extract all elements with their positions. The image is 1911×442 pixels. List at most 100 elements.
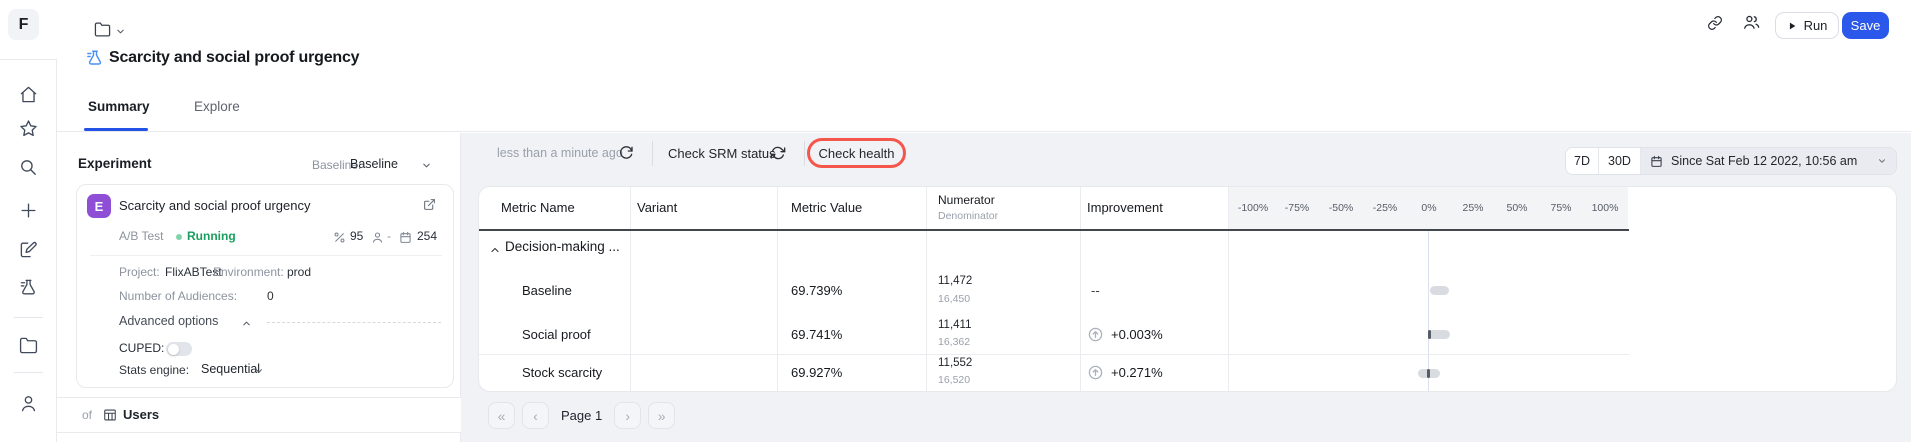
environment-value: prod	[287, 265, 311, 279]
pagination: « ‹ Page 1 › »	[488, 402, 675, 429]
baseline-chevron-down-icon[interactable]	[421, 160, 432, 171]
breadcrumb-chevron-down-icon[interactable]	[115, 26, 126, 37]
axis-tick: 75%	[1550, 202, 1571, 214]
star-icon[interactable]	[19, 119, 38, 138]
improvement-value: +0.271%	[1111, 365, 1163, 380]
cuped-toggle[interactable]	[166, 342, 192, 356]
numerator-cell: 11,472	[938, 275, 972, 287]
last-page-button[interactable]: »	[648, 402, 675, 429]
icon-rail: F	[0, 0, 57, 442]
variant-cell: Stock scarcity	[522, 354, 602, 391]
date-range-value: Since Sat Feb 12 2022, 10:56 am	[1671, 154, 1857, 168]
card-divider	[90, 255, 442, 256]
estimate-tick	[1427, 369, 1430, 378]
improvement-value: +0.003%	[1111, 327, 1163, 342]
date-range-button[interactable]: Since Sat Feb 12 2022, 10:56 am	[1641, 148, 1896, 174]
metric-value-cell: 69.741%	[791, 315, 842, 354]
first-page-button[interactable]: «	[488, 402, 515, 429]
check-srm-button[interactable]: Check SRM status	[668, 146, 776, 161]
arrow-up-circle-icon	[1087, 364, 1104, 381]
traffic-percent-value: 95	[350, 229, 363, 243]
save-button[interactable]: Save	[1842, 12, 1889, 39]
advanced-chevron-up-icon[interactable]	[241, 318, 252, 329]
users-count-icon	[371, 231, 384, 244]
baseline-dropdown[interactable]: Baseline	[350, 157, 398, 171]
tabs-divider	[57, 131, 1911, 132]
check-health-button[interactable]: Check health	[819, 146, 895, 161]
days-calendar-icon	[399, 231, 412, 244]
add-icon[interactable]	[19, 201, 38, 220]
tab-summary[interactable]: Summary	[88, 99, 150, 114]
metric-footer-row[interactable]: of Users	[57, 397, 461, 433]
folder-rail-icon[interactable]	[19, 336, 38, 355]
numerator-cell: 11,552	[938, 357, 972, 369]
range-7d-button[interactable]: 7D	[1566, 148, 1599, 174]
stats-engine-label: Stats engine:	[119, 363, 189, 377]
rail-divider	[14, 317, 43, 318]
col-header-variant: Variant	[637, 200, 677, 215]
experiment-card-title: Scarcity and social proof urgency	[119, 198, 310, 213]
calendar-icon	[1650, 155, 1663, 168]
stats-engine-dropdown[interactable]: Sequential	[201, 362, 260, 376]
stats-engine-chevron-down-icon[interactable]	[254, 366, 264, 376]
users-count-value: -	[387, 229, 391, 243]
external-link-icon[interactable]	[423, 198, 436, 211]
audiences-value: 0	[267, 289, 274, 303]
status-badge: Running	[187, 229, 236, 243]
save-button-label: Save	[1851, 18, 1881, 33]
axis-tick: -100%	[1238, 202, 1268, 214]
axis-tick: 100%	[1592, 202, 1619, 214]
home-icon[interactable]	[19, 85, 38, 104]
denominator-cell: 16,520	[938, 374, 970, 386]
collaborators-icon[interactable]	[1743, 14, 1760, 31]
workspace-logo[interactable]: F	[8, 9, 39, 40]
app-screen: F Scar	[0, 0, 1911, 442]
experiments-icon[interactable]	[19, 278, 38, 297]
last-updated-text: less than a minute ago	[497, 146, 623, 160]
results-table: Metric Name Variant Metric Value Numerat…	[478, 186, 1897, 392]
col-header-improvement: Improvement	[1087, 200, 1163, 215]
axis-tick: -50%	[1329, 202, 1354, 214]
next-page-button[interactable]: ›	[614, 402, 641, 429]
breadcrumb-folder-icon[interactable]	[94, 21, 111, 38]
prev-page-button[interactable]: ‹	[522, 402, 549, 429]
status-dot	[176, 234, 182, 240]
profile-icon[interactable]	[19, 394, 38, 413]
confidence-interval-bar	[1430, 286, 1449, 295]
environment-label: Environment:	[213, 265, 284, 279]
col-header-numerator: Numerator	[938, 193, 995, 207]
toolbar-divider	[652, 141, 653, 166]
confidence-interval-bar	[1428, 330, 1449, 339]
edit-doc-icon[interactable]	[19, 240, 38, 259]
range-30d-button[interactable]: 30D	[1599, 148, 1641, 174]
improvement-cell: +0.003%	[1087, 315, 1163, 354]
rail-divider	[14, 372, 43, 373]
footer-metric-name: Users	[123, 398, 159, 432]
check-health-annotation: Check health	[807, 138, 906, 168]
play-icon	[1787, 21, 1797, 31]
page-title: Scarcity and social proof urgency	[109, 48, 359, 68]
table-grid-icon	[103, 408, 117, 422]
share-link-icon[interactable]	[1707, 15, 1723, 31]
srm-sync-icon[interactable]	[770, 145, 786, 161]
experiment-card: E Scarcity and social proof urgency A/B …	[76, 184, 454, 388]
axis-tick: 25%	[1462, 202, 1483, 214]
toolbar-divider	[804, 141, 805, 166]
metric-group-name[interactable]: Decision-making ...	[505, 239, 620, 254]
axis-tick: -75%	[1285, 202, 1310, 214]
advanced-options-toggle[interactable]: Advanced options	[119, 314, 218, 328]
audiences-label: Number of Audiences:	[119, 289, 237, 303]
days-value: 254	[417, 229, 437, 243]
traffic-percent-icon	[333, 231, 346, 244]
tab-explore[interactable]: Explore	[194, 99, 240, 114]
search-icon[interactable]	[19, 158, 38, 177]
run-button[interactable]: Run	[1775, 12, 1839, 39]
group-collapse-chevron-up-icon[interactable]	[489, 244, 501, 256]
experiment-badge: E	[87, 194, 111, 218]
variant-cell: Baseline	[522, 265, 572, 315]
improvement-cell: +0.271%	[1087, 354, 1163, 391]
toggle-knob	[168, 344, 179, 355]
refresh-icon[interactable]	[618, 145, 634, 161]
project-label: Project:	[119, 265, 160, 279]
axis-tick: 0%	[1421, 202, 1436, 214]
